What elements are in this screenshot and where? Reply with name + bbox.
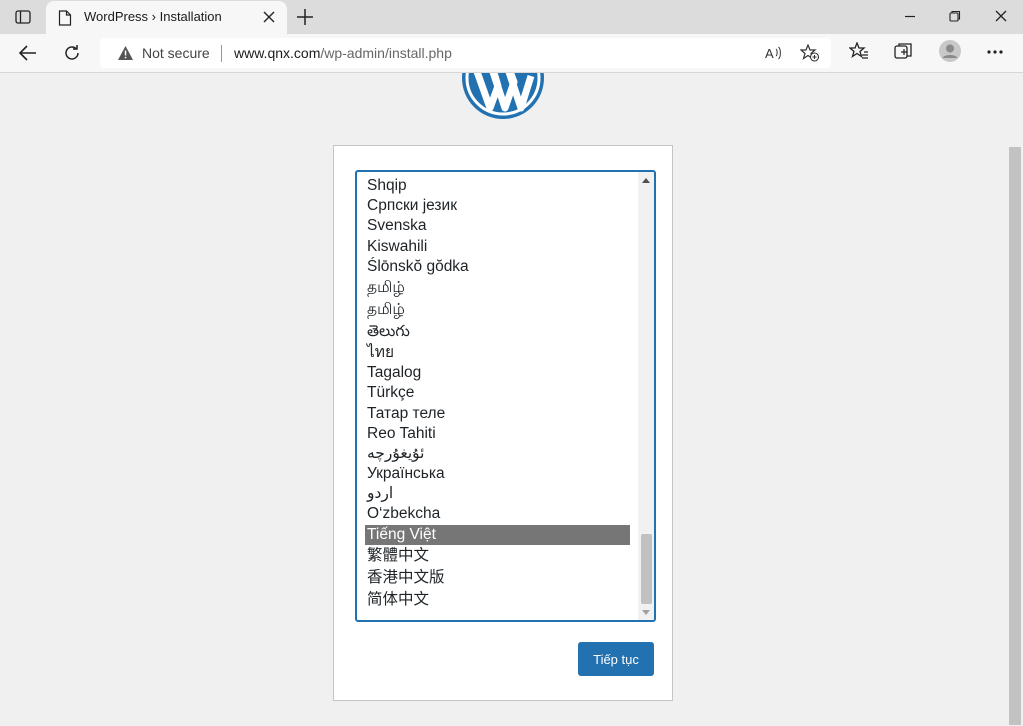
page-scrollbar[interactable] <box>1007 73 1023 726</box>
language-option[interactable]: Српски језик <box>365 196 630 216</box>
language-option[interactable]: Kiswahili <box>365 237 630 257</box>
minimize-icon[interactable] <box>904 10 916 22</box>
language-options: Shqip Српски језик Svenska Kiswahili Ślō… <box>365 176 630 611</box>
language-option[interactable]: O‘zbekcha <box>365 504 630 524</box>
url-bar[interactable]: Not secure www.qnx.com/wp-admin/install.… <box>100 38 831 68</box>
url-separator <box>221 45 222 62</box>
close-icon[interactable] <box>263 11 275 23</box>
warning-icon[interactable] <box>117 45 134 61</box>
language-list-scrollbar[interactable] <box>638 172 654 620</box>
url-text[interactable]: www.qnx.com/wp-admin/install.php <box>234 45 452 61</box>
scroll-up-arrow-icon[interactable] <box>642 178 650 183</box>
language-option[interactable]: Shqip <box>365 176 630 196</box>
language-option[interactable]: தமிழ் <box>365 299 630 321</box>
window-close-icon[interactable] <box>995 10 1007 22</box>
refresh-button[interactable] <box>59 41 85 65</box>
read-aloud-icon[interactable]: A <box>764 44 782 62</box>
url-host: www.qnx.com <box>234 45 321 61</box>
page-scroll-thumb[interactable] <box>1009 147 1021 725</box>
collections-icon[interactable] <box>894 42 914 60</box>
language-list-scroll-thumb[interactable] <box>641 534 652 604</box>
wordpress-logo-icon[interactable] <box>461 73 545 120</box>
language-option[interactable]: Reo Tahiti <box>365 424 630 444</box>
tab-strip: WordPress › Installation <box>0 0 1023 34</box>
back-icon <box>19 45 36 61</box>
url-path: /wp-admin/install.php <box>320 45 452 61</box>
language-option[interactable]: Tagalog <box>365 363 630 383</box>
security-status[interactable]: Not secure <box>142 45 210 61</box>
language-option-selected[interactable]: Tiếng Việt <box>365 524 630 545</box>
language-option[interactable]: Ślōnskŏ gŏdka <box>365 257 630 277</box>
address-bar-row: Not secure www.qnx.com/wp-admin/install.… <box>0 34 1023 73</box>
language-option[interactable]: ไทย <box>365 343 630 363</box>
back-button[interactable] <box>15 41 41 65</box>
more-icon[interactable] <box>987 50 1003 54</box>
tab-title: WordPress › Installation <box>84 9 222 24</box>
language-select[interactable]: Shqip Српски језик Svenska Kiswahili Ślō… <box>355 170 656 622</box>
tab-actions-button[interactable] <box>8 5 38 29</box>
scroll-down-arrow-icon[interactable] <box>642 610 650 615</box>
favorites-icon[interactable] <box>849 42 869 60</box>
language-option[interactable]: ئۇيغۇرچە <box>365 444 630 464</box>
language-option[interactable]: தமிழ் <box>365 277 630 299</box>
profile-icon[interactable] <box>939 40 961 62</box>
page-viewport: Shqip Српски језик Svenska Kiswahili Ślō… <box>0 73 1023 726</box>
language-option[interactable]: Татар теле <box>365 404 630 424</box>
restore-icon[interactable] <box>949 10 961 22</box>
plus-icon[interactable] <box>296 8 314 26</box>
browser-tab[interactable]: WordPress › Installation <box>46 1 287 34</box>
tab-actions-icon <box>15 10 31 24</box>
language-option[interactable]: Українська <box>365 464 630 484</box>
language-option[interactable]: اردو <box>365 484 630 504</box>
language-option[interactable]: Türkçe <box>365 383 630 403</box>
language-option[interactable]: 简体中文 <box>365 589 630 611</box>
page-icon <box>58 10 72 26</box>
continue-button[interactable]: Tiếp tục <box>578 642 654 676</box>
install-card: Shqip Српски језик Svenska Kiswahili Ślō… <box>333 145 673 701</box>
refresh-icon <box>65 45 79 60</box>
language-option[interactable]: 繁體中文 <box>365 545 630 567</box>
svg-text:A: A <box>765 46 774 61</box>
language-option[interactable]: Svenska <box>365 216 630 236</box>
language-option[interactable]: తెలుగు <box>365 321 630 343</box>
language-option[interactable]: 香港中文版 <box>365 567 630 589</box>
add-favorite-icon[interactable] <box>800 44 820 62</box>
